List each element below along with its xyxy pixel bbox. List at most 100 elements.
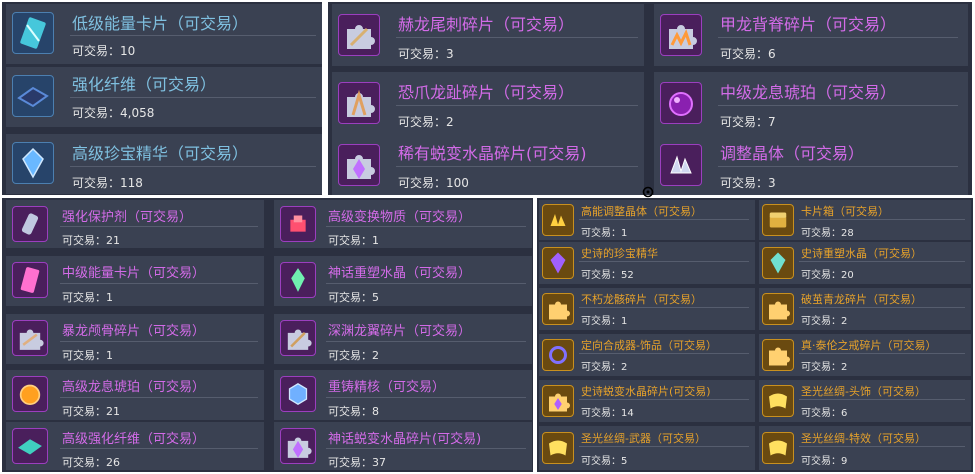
item-name: 恐爪龙趾碎片（可交易） [398, 83, 575, 102]
item-quantity: 可交易：5 [328, 291, 379, 304]
inventory-item[interactable]: 史诗重塑水晶（可交易） 可交易：20 [759, 242, 971, 284]
item-quantity: 可交易：6 [720, 47, 776, 61]
divider [718, 166, 958, 167]
item-quantity: 可交易：10 [72, 44, 136, 58]
inventory-item[interactable]: 恐爪龙趾碎片（可交易） 可交易：2 [332, 72, 644, 134]
inventory-item[interactable]: 史诗的珍宝精华 可交易：52 [539, 242, 755, 284]
item-name: 圣光丝绸-头饰（可交易） [801, 385, 926, 398]
recast-core-icon [280, 376, 316, 412]
inventory-item[interactable]: 稀有蜕变水晶碎片(可交易) 可交易：100 [332, 134, 644, 195]
amber-orb-icon [660, 82, 702, 124]
inventory-item[interactable]: 高能调整晶体（可交易） 可交易：1 [539, 200, 755, 240]
item-quantity: 可交易：2 [801, 316, 848, 327]
divider [396, 37, 638, 38]
inventory-item[interactable]: 重铸精核（可交易） 可交易：8 [274, 370, 532, 420]
item-name: 稀有蜕变水晶碎片(可交易) [398, 144, 587, 163]
item-quantity: 可交易：2 [398, 115, 454, 129]
inventory-item[interactable]: 深渊龙翼碎片（可交易） 可交易：2 [274, 314, 532, 364]
divider [60, 448, 258, 449]
divider [326, 283, 526, 284]
divider [799, 353, 965, 354]
divider [70, 97, 316, 98]
item-name: 深渊龙翼碎片（可交易） [328, 324, 472, 339]
inventory-panel-bottom-right: 高能调整晶体（可交易） 可交易：1 卡片箱（可交易） 可交易：28 史诗的珍宝精… [537, 198, 973, 472]
item-quantity: 可交易：1 [62, 349, 113, 362]
inventory-item[interactable]: 赫龙尾刺碎片（可交易） 可交易：3 [332, 4, 644, 66]
item-quantity: 可交易：5 [581, 456, 628, 467]
inventory-item[interactable]: 圣光丝绸-头饰（可交易） 可交易：6 [759, 380, 971, 422]
inventory-item[interactable]: 破茧青龙碎片（可交易） 可交易：2 [759, 288, 971, 330]
card-chest-icon [762, 204, 794, 236]
inventory-item[interactable]: 暴龙颅骨碎片（可交易） 可交易：1 [6, 314, 264, 364]
divider [579, 307, 749, 308]
item-quantity: 可交易：3 [720, 176, 776, 190]
item-quantity: 可交易：7 [720, 115, 776, 129]
divider [326, 341, 526, 342]
crystal-gem-icon [542, 247, 574, 279]
item-name: 圣光丝绸-武器（可交易） [581, 432, 706, 445]
divider [718, 105, 958, 106]
item-quantity: 可交易：52 [581, 270, 634, 281]
inventory-item[interactable]: 神话重塑水晶（可交易） 可交易：5 [274, 256, 532, 306]
item-quantity: 可交易：1 [581, 316, 628, 327]
inventory-item[interactable]: 神话蜕变水晶碎片(可交易) 可交易：37 [274, 422, 532, 470]
puzzle-fragment-icon [542, 385, 574, 417]
inventory-item[interactable]: 高级变换物质（可交易） 可交易：1 [274, 200, 532, 248]
item-quantity: 可交易：1 [328, 234, 379, 247]
inventory-item[interactable]: 甲龙背脊碎片（可交易） 可交易：6 [654, 4, 968, 66]
inventory-item[interactable]: 调整晶体（可交易） 可交易：3 [654, 134, 968, 195]
divider [579, 399, 749, 400]
divider [60, 397, 258, 398]
puzzle-fragment-icon [762, 293, 794, 325]
item-name: 高级变换物质（可交易） [328, 210, 472, 225]
inventory-item[interactable]: 低级能量卡片（可交易） 可交易：10 [6, 4, 322, 64]
item-name: 调整晶体（可交易） [720, 144, 865, 163]
inventory-item[interactable]: 中级能量卡片（可交易） 可交易：1 [6, 256, 264, 306]
inventory-item[interactable]: 高级珍宝精华（可交易） 可交易：118 [6, 134, 322, 194]
inventory-item[interactable]: 定向合成器-饰品（可交易） 可交易：2 [539, 334, 755, 376]
protect-vial-icon [12, 206, 48, 242]
divider [579, 353, 749, 354]
inventory-item[interactable]: 不朽龙骸碎片（可交易） 可交易：1 [539, 288, 755, 330]
divider [799, 399, 965, 400]
item-quantity: 可交易：3 [398, 47, 454, 61]
divider [60, 226, 258, 227]
item-name: 神话重塑水晶（可交易） [328, 266, 472, 281]
inventory-item[interactable]: 真·泰伦之戒碎片（可交易） 可交易：2 [759, 334, 971, 376]
puzzle-fragment-icon [762, 339, 794, 371]
divider [396, 105, 638, 106]
divider [718, 37, 958, 38]
fiber-cloth-icon [12, 428, 48, 464]
inventory-item[interactable]: 强化保护剂（可交易） 可交易：21 [6, 200, 264, 248]
transform-cube-icon [280, 206, 316, 242]
inventory-item[interactable]: 高级龙息琥珀（可交易） 可交易：21 [6, 370, 264, 420]
item-name: 史诗重塑水晶（可交易） [801, 247, 922, 260]
divider [579, 261, 749, 262]
inventory-item[interactable]: 高级强化纤维（可交易） 可交易：26 [6, 422, 264, 470]
item-quantity: 可交易：26 [62, 456, 120, 469]
inventory-item[interactable]: 圣光丝绸-特效（可交易） 可交易：9 [759, 426, 971, 470]
item-name: 定向合成器-饰品（可交易） [581, 339, 717, 352]
divider [70, 35, 316, 36]
silk-cloth-icon [762, 385, 794, 417]
divider [70, 166, 316, 167]
fiber-cloth-icon [12, 75, 54, 117]
puzzle-fragment-icon [338, 144, 380, 186]
divider [396, 166, 638, 167]
inventory-item[interactable]: 卡片箱（可交易） 可交易：28 [759, 200, 971, 240]
inventory-item[interactable]: 圣光丝绸-武器（可交易） 可交易：5 [539, 426, 755, 470]
divider [799, 219, 965, 220]
inventory-panel-top-left: 低级能量卡片（可交易） 可交易：10 强化纤维（可交易） 可交易：4,058 高… [2, 2, 322, 195]
inventory-item[interactable]: 史诗蜕变水晶碎片(可交易) 可交易：14 [539, 380, 755, 422]
item-quantity: 可交易：9 [801, 456, 848, 467]
item-quantity: 可交易：21 [62, 234, 120, 247]
energy-card-icon [12, 12, 54, 54]
crystal-cluster-icon [542, 204, 574, 236]
inventory-item[interactable]: 强化纤维（可交易） 可交易：4,058 [6, 67, 322, 127]
item-name: 神话蜕变水晶碎片(可交易) [328, 432, 482, 447]
silk-cloth-icon [542, 432, 574, 464]
crystal-gem-icon [280, 262, 316, 298]
item-quantity: 可交易：100 [398, 176, 469, 190]
item-quantity: 可交易：21 [62, 405, 120, 418]
inventory-item[interactable]: 中级龙息琥珀（可交易） 可交易：7 [654, 72, 968, 134]
